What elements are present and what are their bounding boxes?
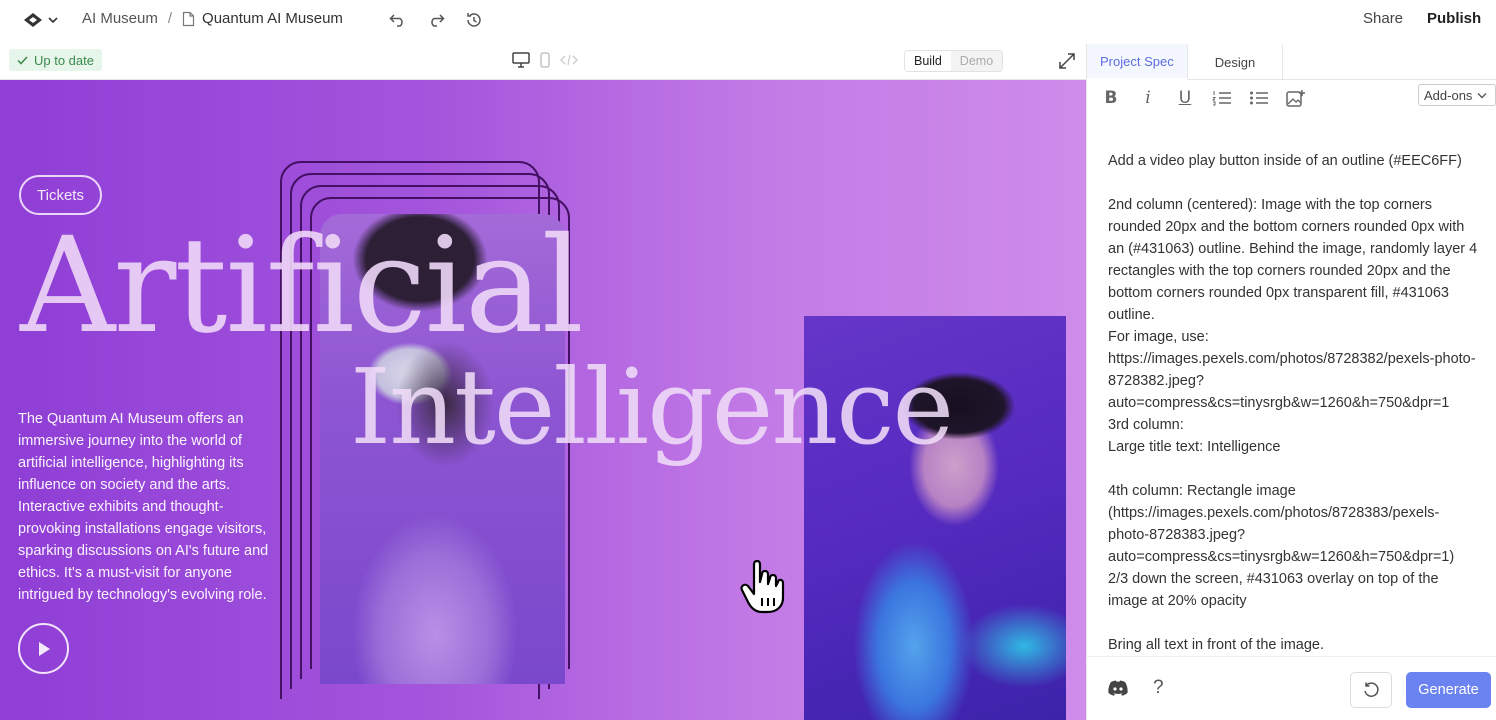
museum-description: The Quantum AI Museum offers an immersiv… (18, 411, 269, 603)
share-button[interactable]: Share (1363, 10, 1403, 27)
mode-demo-button[interactable]: Demo (950, 51, 1003, 71)
refresh-icon (1364, 682, 1379, 697)
discord-icon[interactable] (1107, 679, 1129, 697)
chevron-down-icon (1477, 92, 1487, 98)
tab-project-spec[interactable]: Project Spec (1087, 44, 1188, 80)
history-icon (467, 13, 481, 27)
spec-panel: Project Spec Design B i U Add-ons Add a … (1086, 44, 1496, 720)
video-play-button[interactable] (18, 623, 69, 674)
top-bar: AI Museum / Quantum AI Museum Share Publ… (0, 0, 1496, 40)
addons-dropdown[interactable]: Add-ons (1418, 84, 1496, 106)
panel-tabs: Project Spec Design (1087, 44, 1496, 80)
publish-button[interactable]: Publish (1427, 10, 1481, 27)
underline-icon[interactable]: U (1175, 88, 1195, 108)
tab-design[interactable]: Design (1188, 44, 1284, 80)
panel-footer: ? Generate (1087, 656, 1496, 720)
breadcrumb-current-label: Quantum AI Museum (202, 10, 343, 27)
mode-build-button[interactable]: Build (905, 51, 951, 71)
bullet-list-icon[interactable] (1249, 88, 1269, 108)
bold-icon[interactable]: B (1101, 88, 1121, 108)
breadcrumb-current[interactable]: Quantum AI Museum (182, 10, 343, 27)
redo-icon (431, 14, 445, 27)
addons-label: Add-ons (1424, 87, 1473, 103)
italic-icon[interactable]: i (1138, 88, 1158, 108)
mobile-icon[interactable] (540, 52, 550, 68)
device-switcher (512, 52, 578, 68)
app-logo-menu[interactable] (22, 10, 58, 30)
status-badge: Up to date (9, 49, 102, 71)
preview-canvas: Tickets Artificial Intelligence The Quan… (0, 80, 1086, 720)
hand-cursor-icon (740, 559, 785, 614)
title-artificial: Artificial (20, 209, 584, 363)
checkmark-icon (17, 55, 28, 65)
generate-button[interactable]: Generate (1406, 672, 1491, 708)
project-spec-editor[interactable]: Add a video play button inside of an out… (1108, 114, 1478, 657)
breadcrumb: AI Museum / Quantum AI Museum (82, 10, 343, 27)
chevron-down-icon (48, 17, 58, 24)
project-spec-text: Add a video play button inside of an out… (1108, 153, 1478, 653)
redo-button[interactable] (426, 10, 446, 30)
desktop-icon[interactable] (512, 52, 530, 68)
play-icon (38, 641, 50, 656)
file-icon (182, 11, 195, 26)
reset-button[interactable] (1350, 672, 1392, 708)
expand-icon[interactable] (1058, 52, 1076, 70)
undo-icon (389, 14, 403, 27)
breadcrumb-root[interactable]: AI Museum (82, 10, 158, 27)
add-image-icon[interactable] (1286, 88, 1306, 108)
breadcrumb-separator: / (167, 10, 173, 27)
undo-button[interactable] (388, 10, 408, 30)
code-icon[interactable] (560, 54, 578, 66)
canvas-toolbar: Up to date Build Demo (0, 44, 1086, 80)
mode-toggle: Build Demo (904, 50, 1004, 72)
app-logo-icon (24, 13, 42, 27)
formatting-toolbar: B i U (1101, 88, 1306, 108)
title-intelligence: Intelligence (350, 346, 954, 468)
status-label: Up to date (34, 52, 94, 68)
numbered-list-icon[interactable] (1212, 88, 1232, 108)
history-button[interactable] (464, 10, 484, 30)
help-button[interactable]: ? (1153, 677, 1164, 699)
history-controls (388, 10, 484, 30)
